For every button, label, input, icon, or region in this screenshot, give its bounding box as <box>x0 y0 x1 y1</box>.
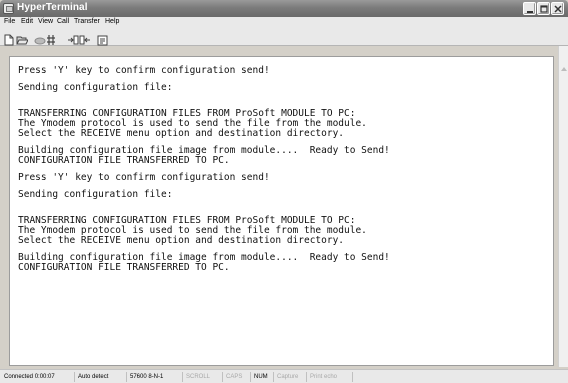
terminal-line: Select the RECEIVE menu option and desti… <box>18 235 345 246</box>
menu-edit[interactable]: Edit <box>21 18 33 25</box>
menu-call[interactable]: Call <box>57 18 69 25</box>
new-icon[interactable] <box>3 31 15 46</box>
window-title: HyperTerminal <box>17 2 88 13</box>
status-bar: Connected 0:00:07 Auto detect 57600 8-N-… <box>0 369 568 383</box>
status-num: NUM <box>250 372 268 382</box>
hyperterminal-window: HyperTerminal File Edit View Call Transf… <box>0 0 568 383</box>
status-connected: Connected 0:00:07 <box>4 374 55 380</box>
menu-view[interactable]: View <box>38 18 53 25</box>
terminal-screen[interactable]: Press 'Y' key to confirm configuration s… <box>10 57 545 365</box>
open-icon[interactable] <box>16 31 29 45</box>
status-caps: CAPS <box>222 372 242 382</box>
menu-transfer[interactable]: Transfer <box>74 18 100 25</box>
terminal-line: CONFIGURATION FILE TRANSFERRED TO PC. <box>18 155 230 166</box>
terminal-line: Press 'Y' key to confirm configuration s… <box>18 65 270 76</box>
status-divider <box>352 372 353 382</box>
status-settings: 57600 8-N-1 <box>126 372 163 382</box>
properties-icon[interactable] <box>97 31 109 46</box>
toolbar <box>0 28 568 46</box>
hyperterminal-app-icon[interactable] <box>3 3 14 14</box>
terminal-line: Sending configuration file: <box>18 189 173 200</box>
terminal-line: Press 'Y' key to confirm configuration s… <box>18 172 270 183</box>
send-icon[interactable] <box>67 31 79 45</box>
status-detect: Auto detect <box>74 372 108 382</box>
menu-help[interactable]: Help <box>105 18 119 25</box>
vertical-scrollbar[interactable] <box>558 46 568 367</box>
receive-icon[interactable] <box>79 31 91 45</box>
terminal-line: Sending configuration file: <box>18 82 173 93</box>
scroll-up-icon[interactable] <box>560 58 568 71</box>
menu-bar: File Edit View Call Transfer Help <box>0 17 568 28</box>
terminal-frame: Press 'Y' key to confirm configuration s… <box>9 56 554 366</box>
menu-file[interactable]: File <box>4 18 15 25</box>
terminal-line: Select the RECEIVE menu option and desti… <box>18 128 345 139</box>
close-button[interactable] <box>551 2 564 15</box>
minimize-icon <box>527 11 533 13</box>
maximize-icon <box>540 5 548 13</box>
status-print-echo: Print echo <box>306 372 337 382</box>
minimize-button[interactable] <box>523 2 536 15</box>
status-scroll: SCROLL <box>182 372 210 382</box>
maximize-button[interactable] <box>537 2 550 15</box>
status-capture: Capture <box>273 372 298 382</box>
close-icon <box>554 5 562 13</box>
terminal-line: CONFIGURATION FILE TRANSFERRED TO PC. <box>18 262 230 273</box>
title-bar[interactable]: HyperTerminal <box>0 0 568 17</box>
call-icon[interactable] <box>45 31 57 45</box>
